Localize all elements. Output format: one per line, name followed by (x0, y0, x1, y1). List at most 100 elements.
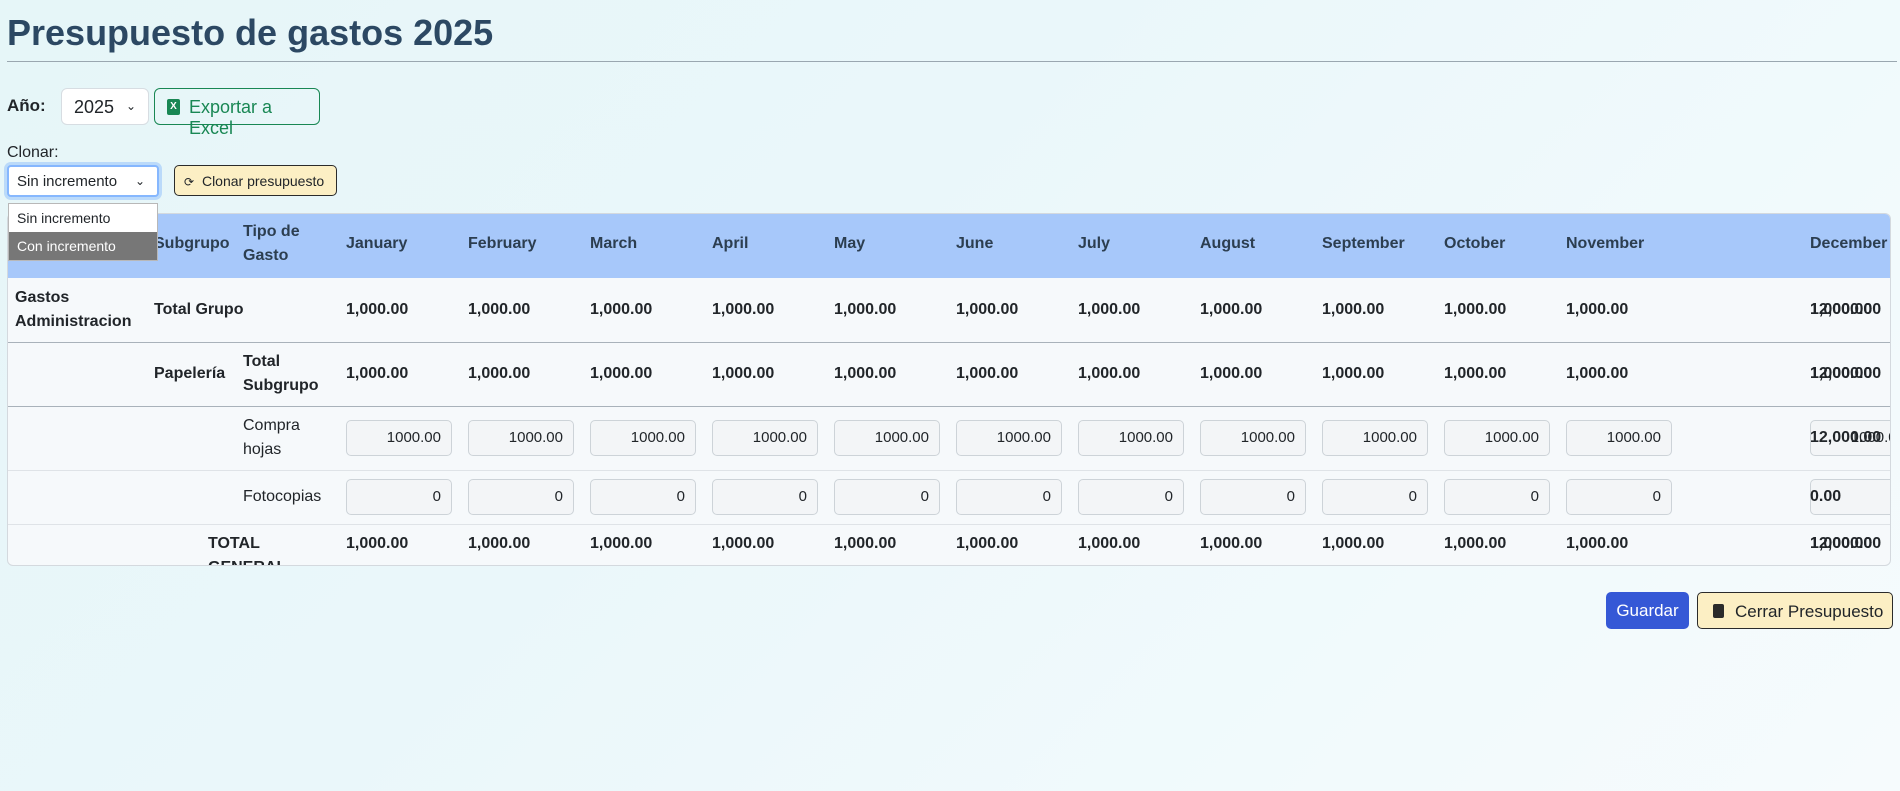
header-june: June (956, 235, 994, 252)
header-september: September (1322, 235, 1405, 252)
close-budget-label: Cerrar Presupuesto (1735, 602, 1884, 621)
clone-option-con[interactable]: Con incremento (9, 232, 157, 260)
month-value: 1,000.00 (1566, 365, 1629, 382)
header-july: July (1078, 235, 1111, 252)
budget-table: Subgrupo Tipo de Gasto January February Marc… (7, 213, 1891, 566)
month-input[interactable]: 1000.00 (1566, 420, 1672, 456)
month-value: 1,000.00 (1444, 365, 1507, 382)
month-value: 1,000.00 (468, 301, 531, 318)
total-general-value: 1,000.00 (712, 535, 775, 552)
month-input[interactable]: 1000.00 (956, 420, 1062, 456)
month-value: 1,000.00 (1078, 301, 1141, 318)
month-input[interactable]: 1000.00 (1078, 420, 1184, 456)
month-input[interactable]: 1000.00 (1322, 420, 1428, 456)
month-input[interactable]: 0 (834, 479, 940, 515)
total-general-value: 1,000.00 (346, 535, 409, 552)
total-general-value: 1,000.00 (1078, 535, 1141, 552)
header-november: November (1566, 235, 1645, 252)
month-input[interactable]: 1000.00 (346, 420, 452, 456)
month-input[interactable]: 0 (1322, 479, 1428, 515)
month-input[interactable]: 1000.00 (834, 420, 940, 456)
tipo-gasto-cell: Compra hojas (243, 417, 300, 458)
month-value: 1,000.00 (956, 365, 1019, 382)
header-may: May (834, 235, 866, 252)
month-input[interactable]: 0 (956, 479, 1062, 515)
clone-budget-label: Clonar presupuesto (201, 173, 325, 189)
save-button[interactable]: Guardar (1606, 592, 1689, 629)
chevron-down-icon: ⌄ (125, 99, 136, 113)
file-excel-icon: X (167, 99, 180, 115)
month-input[interactable]: 0 (1200, 479, 1306, 515)
month-value: 1,000.00 (1322, 301, 1385, 318)
clone-budget-button[interactable]: ⟳ Clonar presupuesto (174, 165, 337, 196)
total-general-value: 1,000.00 (1566, 535, 1629, 552)
month-value: 1,000.00 (1444, 301, 1507, 318)
row-divider (8, 470, 1890, 471)
month-value: 1,000.00 (590, 301, 653, 318)
header-january: January (346, 235, 408, 252)
month-value: 1,000.00 (1322, 365, 1385, 382)
header-october: October (1444, 235, 1506, 252)
month-value: 1,000.00 (834, 365, 897, 382)
refresh-icon: ⟳ (184, 175, 195, 189)
year-label: Año: (7, 96, 46, 115)
close-budget-button[interactable]: Cerrar Presupuesto (1697, 592, 1893, 629)
header-december: December (1810, 235, 1888, 252)
month-input[interactable]: 0 (1444, 479, 1550, 515)
tipo-gasto-cell: Total Subgrupo (243, 353, 319, 394)
month-value: 1,000.00 (712, 365, 775, 382)
row-total: 12,000.00 (1810, 429, 1882, 446)
header-tipo-gasto: Tipo de Gasto (243, 223, 300, 264)
header-august: August (1200, 235, 1256, 252)
grupo-cell: Gastos Administracion (15, 289, 132, 330)
total-general-value: 1,000.00 (1322, 535, 1385, 552)
month-input[interactable]: 1000.00 (1200, 420, 1306, 456)
month-input[interactable]: 0 (712, 479, 818, 515)
clone-select[interactable]: Sin incremento ⌄ (7, 165, 159, 197)
total-general-value: 1,000.00 (956, 535, 1019, 552)
month-input[interactable]: 1000.00 (712, 420, 818, 456)
month-input[interactable]: 0 (1566, 479, 1672, 515)
total-general-value: 1,000.00 (1200, 535, 1263, 552)
month-input[interactable]: 0 (346, 479, 452, 515)
tipo-gasto-cell: Fotocopias (243, 488, 322, 505)
total-general-value: 1,000.00 (834, 535, 897, 552)
export-excel-button[interactable]: X Exportar a Excel (154, 88, 320, 138)
title-divider (7, 61, 1897, 62)
row-total: 0.00 (1810, 488, 1842, 505)
lock-icon (1713, 604, 1724, 618)
year-select-value: 2025 (74, 97, 115, 117)
subgrupo-cell: Papelería (154, 365, 226, 382)
header-april: April (712, 235, 749, 252)
month-value: 1,000.00 (1200, 365, 1263, 382)
year-select[interactable]: 2025 ⌄ (61, 88, 149, 125)
month-value: 1,000.00 (590, 365, 653, 382)
month-input[interactable]: 1000.00 (1444, 420, 1550, 456)
month-input[interactable]: 1000.00 (590, 420, 696, 456)
month-input[interactable]: 0 (468, 479, 574, 515)
total-general-total: 12,000.00 (1810, 535, 1882, 552)
header-february: February (468, 235, 537, 252)
row-divider (8, 342, 1890, 343)
month-value: 1,000.00 (956, 301, 1019, 318)
clone-option-sin[interactable]: Sin incremento (9, 204, 157, 232)
month-value: 1,000.00 (834, 301, 897, 318)
total-general-value: 1,000.00 (468, 535, 531, 552)
month-input[interactable]: 0 (1078, 479, 1184, 515)
month-value: 1,000.00 (712, 301, 775, 318)
row-divider (8, 524, 1890, 525)
month-value: 1,000.00 (346, 301, 409, 318)
page-title: Presupuesto de gastos 2025 (7, 12, 494, 53)
month-value: 1,000.00 (1566, 301, 1629, 318)
total-general-value: 1,000.00 (1444, 535, 1507, 552)
month-input[interactable]: 0 (590, 479, 696, 515)
row-total: 12,000.00 (1810, 365, 1882, 382)
month-value: 1,000.00 (1078, 365, 1141, 382)
month-input[interactable]: 1000.00 (468, 420, 574, 456)
total-general-label: TOTAL GENERAL (208, 535, 286, 565)
clone-select-value: Sin incremento (17, 173, 118, 190)
month-value: 1,000.00 (468, 365, 531, 382)
total-general-value: 1,000.00 (590, 535, 653, 552)
row-divider (8, 406, 1890, 407)
clone-label: Clonar: (7, 144, 59, 161)
